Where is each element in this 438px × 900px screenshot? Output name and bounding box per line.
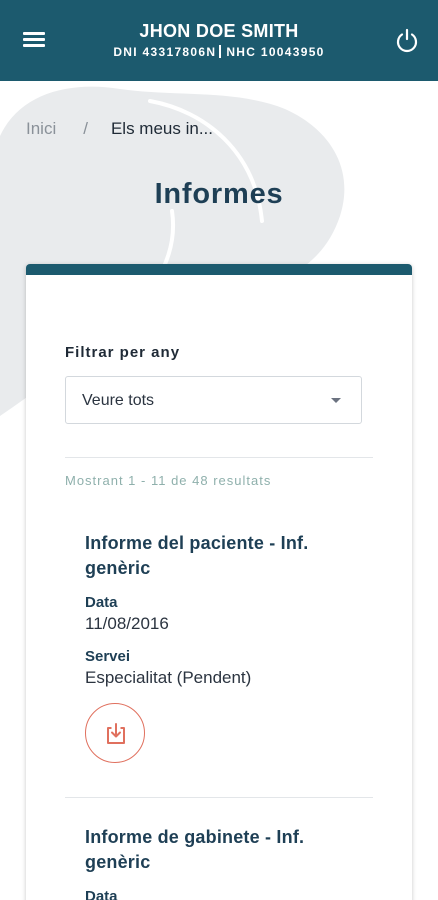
breadcrumb-separator: / <box>83 119 88 138</box>
report-date: 11/08/2016 <box>85 614 169 633</box>
divider <box>65 457 373 458</box>
report-service-label: Servei <box>85 648 131 665</box>
hamburger-menu-icon[interactable] <box>18 25 52 55</box>
report-service: Especialitat (Pendent) <box>85 668 252 687</box>
report-item: Informe del paciente - Inf. genèric Data… <box>85 531 355 763</box>
power-icon[interactable] <box>392 25 422 55</box>
year-filter-label: Filtrar per any <box>65 344 181 361</box>
download-report-button[interactable] <box>85 703 145 763</box>
report-date-label: Data <box>85 594 118 611</box>
app-header: JHON DOE SMITH DNI 43317806N NHC 10043950 <box>0 0 438 81</box>
breadcrumb-home-link[interactable]: Inici <box>26 119 56 138</box>
patient-info: JHON DOE SMITH DNI 43317806N NHC 10043950 <box>60 20 378 60</box>
patient-name: JHON DOE SMITH <box>139 21 299 41</box>
download-icon <box>107 723 125 744</box>
chevron-down-icon <box>331 398 341 403</box>
report-title: Informe del paciente - Inf. genèric <box>85 533 309 578</box>
reports-card: Filtrar per any Veure tots Mostrant 1 - … <box>26 264 412 900</box>
breadcrumb-current: Els meus in... <box>110 119 214 138</box>
report-date-label: Data <box>85 888 118 900</box>
id-separator <box>219 45 222 58</box>
report-title: Informe de gabinete - Inf. genèric <box>85 827 305 872</box>
dni-value: 43317806N <box>142 45 217 59</box>
patient-identifiers: DNI 43317806N NHC 10043950 <box>60 44 378 60</box>
nhc-label: NHC <box>226 45 257 59</box>
nhc-value: 10043950 <box>260 45 325 59</box>
report-item: Informe de gabinete - Inf. genèric Data <box>85 825 355 900</box>
results-count: Mostrant 1 - 11 de 48 resultats <box>65 473 272 488</box>
year-filter-value: Veure tots <box>82 392 155 409</box>
divider <box>65 797 373 798</box>
page-title: Informes <box>154 178 284 210</box>
dni-label: DNI <box>113 45 138 59</box>
year-filter-select[interactable]: Veure tots <box>65 376 362 424</box>
breadcrumb: Inici / Els meus in... <box>26 119 213 139</box>
